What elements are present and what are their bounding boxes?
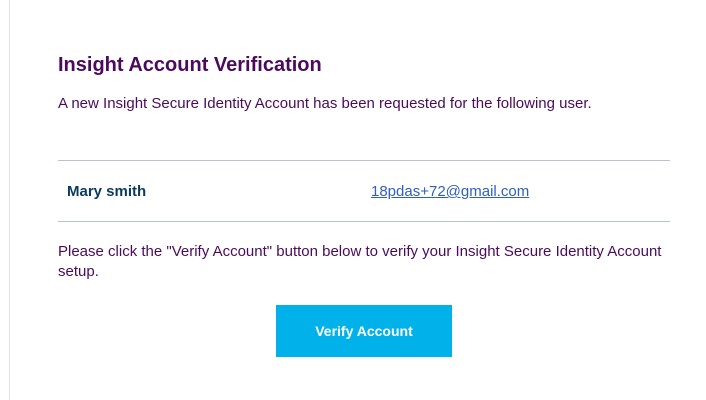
user-row: Mary smith 18pdas+72@gmail.com — [58, 161, 670, 221]
divider-bottom — [58, 221, 670, 222]
left-border — [9, 0, 10, 400]
user-email-link[interactable]: 18pdas+72@gmail.com — [371, 183, 529, 201]
verification-email-card: Insight Account Verification A new Insig… — [58, 0, 670, 400]
instructions-text: Please click the "Verify Account" button… — [58, 243, 662, 280]
intro-text: A new Insight Secure Identity Account ha… — [58, 95, 592, 112]
user-name: Mary smith — [67, 183, 147, 200]
verify-account-button[interactable]: Verify Account — [276, 305, 452, 357]
page-title: Insight Account Verification — [58, 54, 322, 76]
